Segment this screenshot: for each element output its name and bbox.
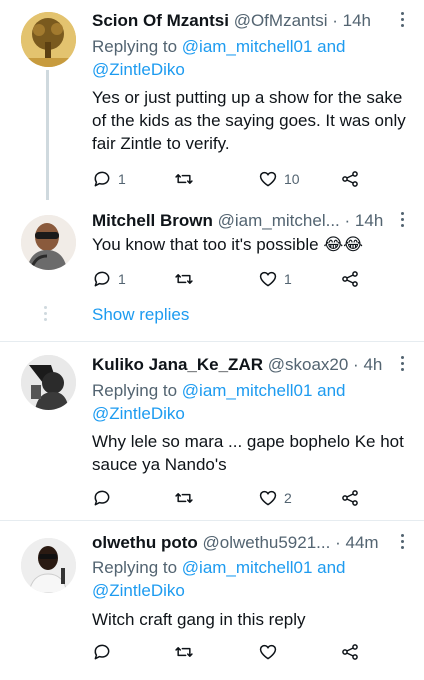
- like-count: 2: [284, 490, 292, 506]
- avatar-person-image: [21, 215, 76, 270]
- share-icon: [342, 644, 358, 660]
- like-button[interactable]: 1: [258, 268, 292, 290]
- more-icon[interactable]: [398, 12, 406, 30]
- retweet-icon: [175, 493, 193, 503]
- timestamp[interactable]: 14h: [343, 11, 371, 30]
- display-name[interactable]: olwethu poto: [92, 533, 198, 552]
- show-replies-link[interactable]: Show replies: [92, 305, 189, 325]
- display-name[interactable]: Mitchell Brown: [92, 211, 213, 230]
- action-bar: [92, 641, 392, 663]
- thread-line: [46, 70, 49, 200]
- tweet-3[interactable]: Kuliko Jana_Ke_ZAR @skoax20 · 4h Replyin…: [0, 342, 424, 520]
- retweet-button[interactable]: [174, 168, 200, 190]
- timestamp[interactable]: 44m: [345, 533, 378, 552]
- tweet-text: Yes or just putting up a show for the sa…: [92, 88, 406, 153]
- tweet-text: You know that too it's possible 😂😂: [92, 235, 364, 254]
- reply-button[interactable]: [92, 641, 118, 663]
- avatar[interactable]: [21, 355, 76, 410]
- replying-prefix: Replying to: [92, 558, 182, 577]
- share-button[interactable]: [340, 641, 360, 663]
- retweet-button[interactable]: [174, 487, 200, 509]
- separator-dot: ·: [335, 533, 341, 552]
- tweet-1[interactable]: Scion Of Mzantsi @OfMzantsi · 14h Replyi…: [0, 0, 424, 205]
- replying-to: Replying to @iam_mitchell01 and @ZintleD…: [92, 556, 412, 602]
- share-button[interactable]: [340, 168, 360, 190]
- timestamp[interactable]: 14h: [355, 211, 383, 230]
- separator-dot: ·: [332, 11, 338, 30]
- replying-prefix: Replying to: [92, 37, 182, 56]
- tweet-text: Witch craft gang in this reply: [92, 610, 306, 629]
- display-name[interactable]: Kuliko Jana_Ke_ZAR: [92, 355, 263, 374]
- retweet-icon: [175, 647, 193, 657]
- action-bar: 1 1: [92, 268, 392, 290]
- more-icon[interactable]: [398, 356, 406, 374]
- reply-count: 1: [118, 171, 126, 187]
- heart-icon: [259, 644, 277, 660]
- like-count: 10: [284, 171, 300, 187]
- tweet-header: Mitchell Brown @iam_mitchel... · 14h: [92, 210, 412, 232]
- mention-link-1[interactable]: @iam_mitchell01: [182, 37, 313, 56]
- more-icon[interactable]: [398, 212, 406, 230]
- tweet-4[interactable]: olwethu poto @olwethu5921... · 44m Reply…: [0, 521, 424, 680]
- retweet-button[interactable]: [174, 641, 200, 663]
- more-icon[interactable]: [398, 534, 406, 552]
- reply-button[interactable]: 1: [92, 168, 126, 190]
- avatar[interactable]: [21, 538, 76, 593]
- replying-and[interactable]: and: [312, 558, 345, 577]
- share-icon: [342, 490, 358, 506]
- tweet-header: Scion Of Mzantsi @OfMzantsi · 14h: [92, 10, 412, 32]
- share-icon: [342, 171, 358, 187]
- replying-and[interactable]: and: [312, 37, 345, 56]
- user-handle[interactable]: @olwethu5921...: [203, 533, 331, 552]
- thread-dots: [44, 306, 48, 324]
- user-handle[interactable]: @OfMzantsi: [234, 11, 328, 30]
- display-name[interactable]: Scion Of Mzantsi: [92, 11, 229, 30]
- replying-prefix: Replying to: [92, 381, 182, 400]
- user-handle[interactable]: @skoax20: [268, 355, 349, 374]
- share-button[interactable]: [340, 487, 360, 509]
- reply-icon: [94, 271, 110, 287]
- tweet-2[interactable]: Mitchell Brown @iam_mitchel... · 14h You…: [0, 205, 424, 340]
- user-handle[interactable]: @iam_mitchel...: [218, 211, 340, 230]
- reply-icon: [94, 171, 110, 187]
- mention-link-1[interactable]: @iam_mitchell01: [182, 558, 313, 577]
- like-button[interactable]: 10: [258, 168, 300, 190]
- mention-link-1[interactable]: @iam_mitchell01: [182, 381, 313, 400]
- mention-link-2[interactable]: @ZintleDiko: [92, 404, 185, 423]
- avatar[interactable]: [21, 12, 76, 67]
- action-bar: 1 10: [92, 168, 392, 190]
- heart-icon: [259, 271, 277, 287]
- share-button[interactable]: [340, 268, 360, 290]
- mention-link-2[interactable]: @ZintleDiko: [92, 60, 185, 79]
- heart-icon: [259, 490, 277, 506]
- replying-to: Replying to @iam_mitchell01 and @ZintleD…: [92, 35, 412, 81]
- action-bar: 2: [92, 487, 392, 509]
- avatar[interactable]: [21, 215, 76, 270]
- replying-to: Replying to @iam_mitchell01 and @ZintleD…: [92, 379, 412, 425]
- reply-count: 1: [118, 271, 126, 287]
- tweet-text: Why lele so mara ... gape bophelo Ke hot…: [92, 432, 404, 474]
- retweet-icon: [175, 274, 193, 284]
- reply-icon: [94, 490, 110, 506]
- share-icon: [342, 271, 358, 287]
- separator-dot: ·: [344, 211, 351, 230]
- reply-icon: [94, 644, 110, 660]
- timestamp[interactable]: 4h: [363, 355, 382, 374]
- replying-and[interactable]: and: [312, 381, 345, 400]
- like-count: 1: [284, 271, 292, 287]
- mention-link-2[interactable]: @ZintleDiko: [92, 581, 185, 600]
- like-button[interactable]: 2: [258, 487, 292, 509]
- tweet-header: olwethu poto @olwethu5921... · 44m: [92, 532, 412, 554]
- tweet-header: Kuliko Jana_Ke_ZAR @skoax20 · 4h: [92, 354, 412, 376]
- avatar-person-image: [21, 355, 76, 410]
- like-button[interactable]: [258, 641, 284, 663]
- separator-dot: ·: [353, 355, 359, 374]
- heart-icon: [259, 171, 277, 187]
- retweet-button[interactable]: [174, 268, 200, 290]
- reply-button[interactable]: 1: [92, 268, 126, 290]
- avatar-tree-image: [21, 12, 76, 67]
- avatar-person-image: [21, 538, 76, 593]
- retweet-icon: [175, 174, 193, 184]
- reply-button[interactable]: [92, 487, 118, 509]
